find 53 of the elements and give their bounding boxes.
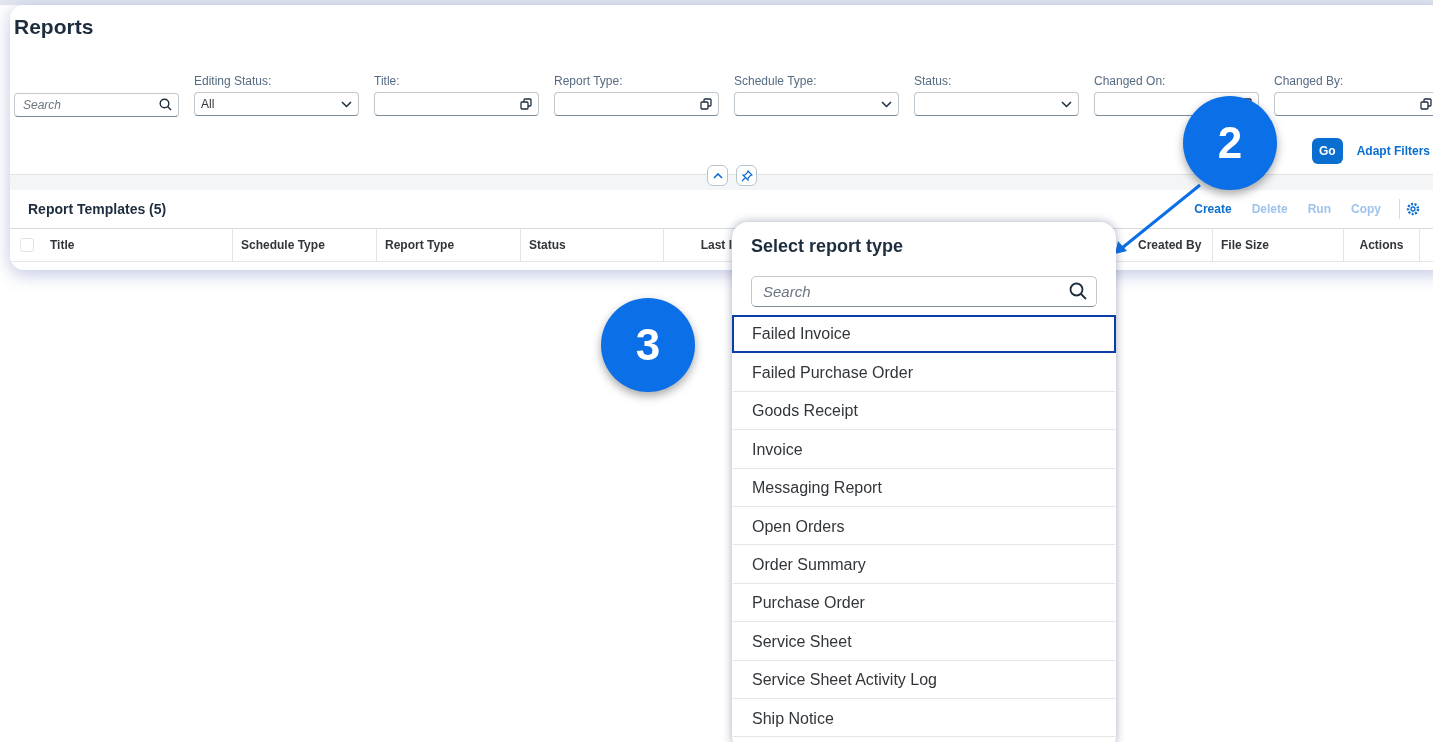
dropdown-field[interactable] [914,92,1079,117]
search-icon [159,98,172,112]
input-field[interactable] [374,92,539,117]
filter-label: Schedule Type: [734,73,818,91]
filter-label: Report Type: [554,73,624,91]
adapt-filters-link[interactable]: Adapt Filters [1356,142,1430,161]
search-field[interactable]: Search [751,276,1097,307]
filter-label: Changed On: [1094,73,1167,91]
list-item[interactable]: Open Orders [732,506,1116,546]
chevron-up-icon [712,172,723,180]
list-item[interactable]: Failed Purchase Order [732,353,1116,392]
select-all-checkbox[interactable] [20,238,34,253]
chevron-down-icon [881,100,892,108]
filter-label: Changed By: [1274,73,1345,91]
pin-button[interactable] [736,165,757,187]
column-header: Schedule Type [241,237,325,255]
column-header: Status [529,237,566,255]
menu-title: Select report type [750,235,905,258]
dropdown-field[interactable]: All [194,92,359,117]
search-field[interactable]: Search [14,93,179,118]
column-header: Created By [1138,237,1202,255]
column-header: Report Type [385,237,455,255]
toolbar-action[interactable]: Create [1184,200,1242,219]
list-item[interactable]: Purchase Order [732,583,1116,623]
filter-label: Title: [374,73,401,91]
list-item[interactable]: Order Summary [732,545,1116,584]
field-value: All [201,96,216,114]
search-icon [1069,282,1087,300]
column-header: Last I [700,237,732,255]
filter-label: Editing Status: [194,73,273,91]
list-item[interactable]: Goods Receipt [732,391,1116,431]
list-item[interactable]: Failed Invoice [732,315,1116,354]
chevron-down-icon [341,100,352,108]
step-callout-tooltip: 3 [601,298,695,392]
filter-label: Status: [914,73,953,91]
list-item[interactable]: Service Sheet Activity Log [732,660,1116,699]
column-header: Title [50,237,75,255]
dropdown-field[interactable] [734,92,899,117]
input-field[interactable] [554,92,719,117]
chevron-down-icon [1061,100,1072,108]
list-item[interactable]: Invoice [732,430,1116,469]
list-item[interactable]: Ship Notice [732,698,1116,738]
column-header: Actions [1359,237,1404,255]
list-item[interactable]: Service Sheet [732,622,1116,661]
table-title: Report Templates (5) [28,199,167,219]
page-title: Reports [13,14,95,40]
column-header: File Size [1221,237,1270,255]
input-field[interactable] [1274,92,1433,117]
collapse-button[interactable] [707,165,728,187]
go-button[interactable]: Go [1312,138,1343,165]
settings-icon[interactable] [1406,202,1420,217]
list-item[interactable]: Messaging Report [732,468,1116,507]
pin-icon [740,169,753,182]
